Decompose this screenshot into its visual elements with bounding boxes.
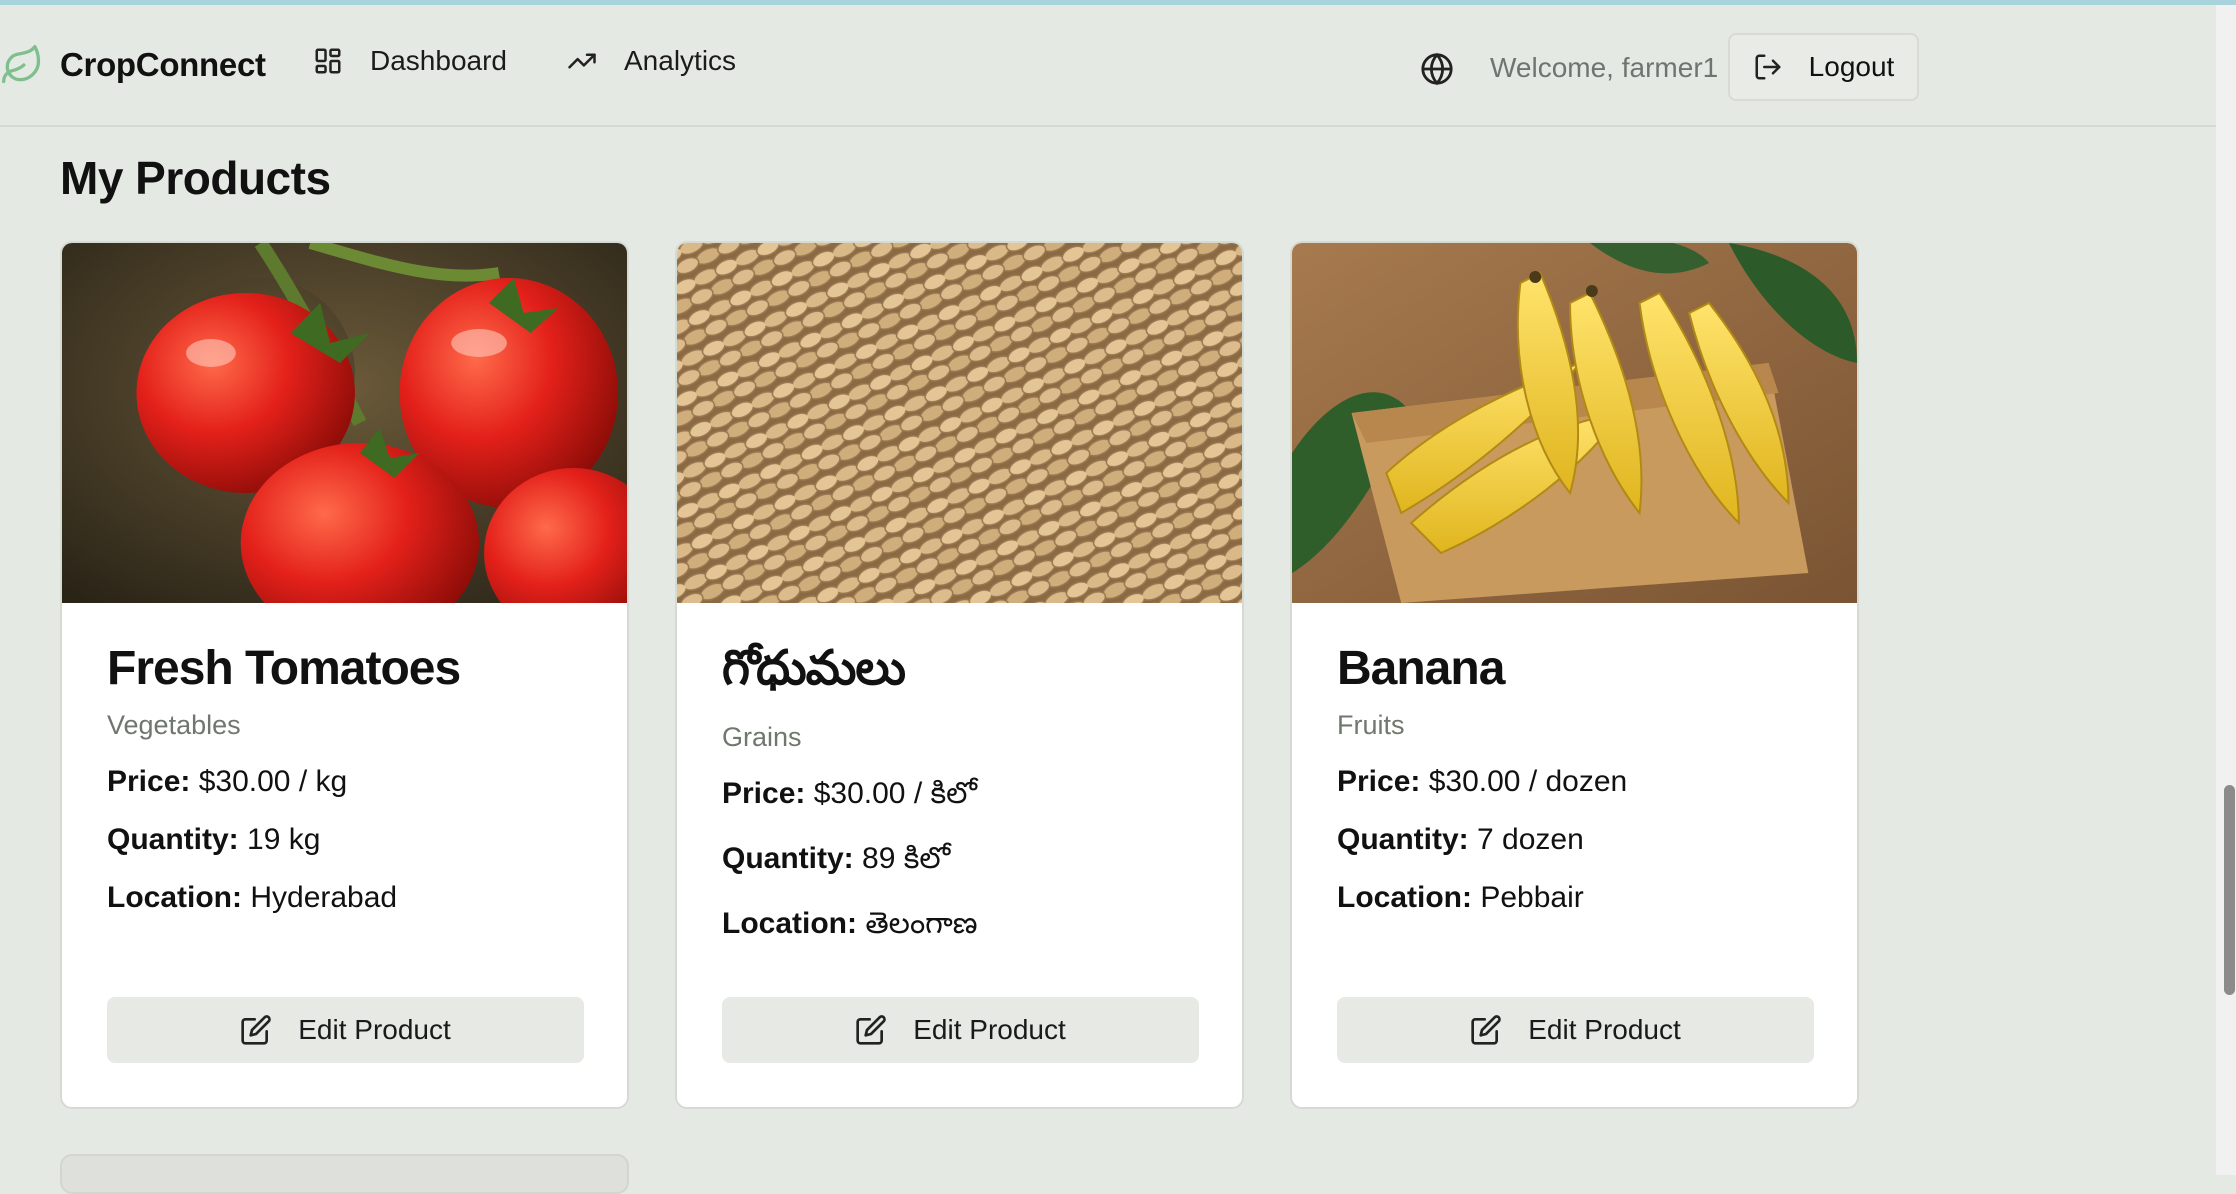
- product-card: గోధుమలు Grains Price: $30.00 / కిలో Quan…: [675, 241, 1244, 1109]
- product-price: Price: $30.00 / dozen: [1337, 765, 1812, 799]
- product-category: Fruits: [1337, 710, 1405, 740]
- location-label: Location:: [107, 881, 242, 914]
- logout-icon: [1755, 54, 1781, 80]
- product-quantity: Quantity: 19 kg: [107, 823, 582, 857]
- trending-up-icon: [568, 53, 596, 69]
- product-image: [62, 243, 627, 603]
- edit-icon: [856, 1015, 887, 1045]
- wheat-grains-photo: [677, 243, 1242, 603]
- scrollbar-track[interactable]: [2216, 5, 2236, 1175]
- price-value: $30.00 / kg: [198, 765, 348, 798]
- product-quantity: Quantity: 89 కిలో: [722, 842, 1197, 883]
- quantity-label: Quantity:: [107, 823, 239, 856]
- product-image: [1292, 243, 1857, 603]
- nav-analytics[interactable]: Analytics: [567, 45, 736, 77]
- location-label: Location:: [722, 907, 857, 940]
- globe-icon[interactable]: [1420, 52, 1454, 86]
- product-quantity: Quantity: 7 dozen: [1337, 823, 1812, 857]
- leaf-icon: [2, 45, 41, 84]
- logout-button[interactable]: Logout: [1728, 33, 1919, 101]
- edit-button-label: Edit Product: [913, 1014, 1066, 1045]
- product-price: Price: $30.00 / కిలో: [722, 777, 1197, 818]
- edit-icon: [241, 1015, 272, 1045]
- nav-dashboard-label: Dashboard: [370, 45, 507, 76]
- edit-button-label: Edit Product: [1528, 1014, 1681, 1045]
- nav-dashboard[interactable]: Dashboard: [313, 45, 507, 77]
- quantity-value: 7 dozen: [1477, 823, 1584, 856]
- bananas-basket-photo: [1292, 243, 1857, 603]
- location-value: Hyderabad: [250, 881, 398, 914]
- edit-product-button[interactable]: Edit Product: [1337, 997, 1814, 1063]
- product-category: Vegetables: [107, 710, 241, 740]
- price-value: $30.00 / కిలో: [813, 777, 978, 810]
- quantity-value: 19 kg: [247, 823, 321, 856]
- location-label: Location:: [1337, 881, 1472, 914]
- product-name: Banana: [1337, 642, 1505, 695]
- edit-icon: [1471, 1015, 1502, 1045]
- product-card: Banana Fruits Price: $30.00 / dozen Quan…: [1290, 241, 1859, 1109]
- edit-product-button[interactable]: Edit Product: [722, 997, 1199, 1063]
- product-location: Location: తెలంగాణ: [722, 907, 1197, 948]
- card-body: గోధుమలు Grains Price: $30.00 / కిలో Quan…: [722, 641, 1197, 948]
- quantity-label: Quantity:: [1337, 823, 1469, 856]
- price-value: $30.00 / dozen: [1428, 765, 1628, 798]
- card-body: Banana Fruits Price: $30.00 / dozen Quan…: [1337, 641, 1812, 915]
- brand-logo[interactable]: CropConnect: [0, 43, 266, 87]
- product-name: గోధుమలు: [722, 642, 906, 695]
- product-image: [677, 243, 1242, 603]
- tomatoes-photo: [62, 243, 627, 603]
- price-label: Price:: [722, 777, 806, 810]
- product-location: Location: Hyderabad: [107, 881, 582, 915]
- edit-button-label: Edit Product: [298, 1014, 451, 1045]
- product-card: Fresh Tomatoes Vegetables Price: $30.00 …: [60, 241, 629, 1109]
- location-value: తెలంగాణ: [865, 907, 978, 940]
- dashboard-grid-icon: [315, 48, 341, 74]
- card-body: Fresh Tomatoes Vegetables Price: $30.00 …: [107, 641, 582, 915]
- page-title: My Products: [60, 152, 331, 204]
- edit-product-button[interactable]: Edit Product: [107, 997, 584, 1063]
- product-location: Location: Pebbair: [1337, 881, 1812, 915]
- location-value: Pebbair: [1480, 881, 1584, 914]
- quantity-label: Quantity:: [722, 842, 854, 875]
- price-label: Price:: [1337, 765, 1421, 798]
- quantity-value: 89 కిలో: [862, 842, 951, 875]
- brand-name: CropConnect: [60, 46, 266, 83]
- nav-analytics-label: Analytics: [624, 45, 737, 76]
- scrollbar-thumb[interactable]: [2224, 785, 2235, 995]
- navbar: CropConnect Dashboard Analytics Welcome,…: [0, 5, 2216, 127]
- logout-label: Logout: [1808, 51, 1895, 82]
- price-label: Price:: [107, 765, 191, 798]
- product-card-partial: [60, 1154, 629, 1194]
- welcome-text: Welcome, farmer1: [1490, 52, 1719, 83]
- product-name: Fresh Tomatoes: [107, 642, 461, 695]
- product-category: Grains: [722, 722, 802, 752]
- product-price: Price: $30.00 / kg: [107, 765, 582, 799]
